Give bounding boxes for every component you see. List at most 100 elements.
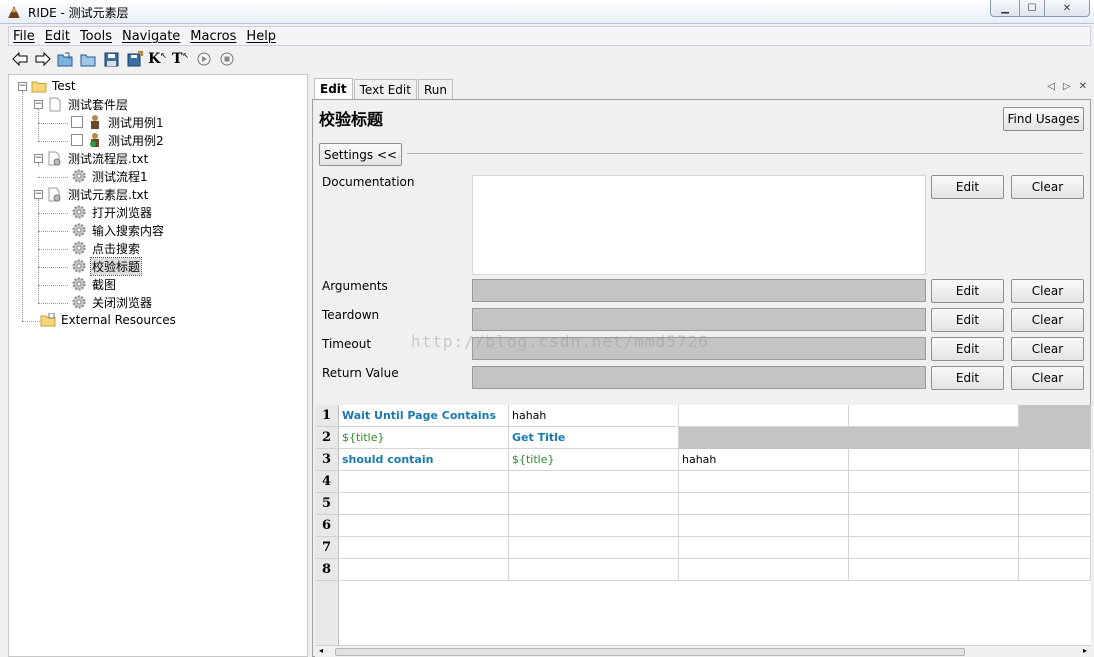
- tree-node-resource-file[interactable]: − 测试流程层.txt: [34, 149, 149, 167]
- tree-node-keyword[interactable]: 输入搜索内容: [71, 221, 165, 239]
- menu-navigate[interactable]: Navigate: [117, 29, 185, 44]
- close-window-button[interactable]: ✕: [1044, 0, 1090, 17]
- tab-scroll-left-icon[interactable]: ◁: [1047, 81, 1055, 92]
- tree-node-test[interactable]: 测试用例2: [71, 131, 165, 149]
- tree-node-external-resources[interactable]: External Resources: [40, 311, 177, 329]
- grid-row-number[interactable]: 8: [315, 559, 339, 581]
- return-value-edit-button[interactable]: Edit: [931, 366, 1004, 390]
- grid-cell[interactable]: ${title}: [509, 449, 679, 471]
- grid-cell[interactable]: [679, 427, 849, 449]
- grid-cell[interactable]: hahah: [679, 449, 849, 471]
- grid-cell[interactable]: [849, 515, 1019, 537]
- grid-cell[interactable]: [509, 559, 679, 581]
- forward-button[interactable]: [33, 50, 52, 69]
- grid-cell[interactable]: [339, 471, 509, 493]
- timeout-edit-button[interactable]: Edit: [931, 337, 1004, 361]
- grid-cell[interactable]: [509, 493, 679, 515]
- tab-edit[interactable]: Edit: [314, 78, 353, 99]
- test-checkbox[interactable]: [71, 116, 83, 128]
- grid-cell[interactable]: [1019, 515, 1091, 537]
- return-value-clear-button[interactable]: Clear: [1011, 366, 1084, 390]
- grid-row-number[interactable]: 6: [315, 515, 339, 537]
- minimize-button[interactable]: ▁: [990, 0, 1020, 17]
- grid-cell[interactable]: [849, 449, 1019, 471]
- search-keywords-button[interactable]: K ↖: [148, 50, 167, 69]
- teardown-edit-button[interactable]: Edit: [931, 308, 1004, 332]
- grid-cell[interactable]: [849, 405, 1019, 427]
- grid-cell[interactable]: [849, 537, 1019, 559]
- grid-cell[interactable]: [1019, 471, 1091, 493]
- test-checkbox[interactable]: [71, 134, 83, 146]
- grid-cell[interactable]: [509, 515, 679, 537]
- timeout-clear-button[interactable]: Clear: [1011, 337, 1084, 361]
- menu-help[interactable]: Help: [241, 29, 281, 44]
- collapse-icon[interactable]: −: [34, 153, 43, 163]
- teardown-clear-button[interactable]: Clear: [1011, 308, 1084, 332]
- arguments-edit-button[interactable]: Edit: [931, 279, 1004, 303]
- grid-row-number[interactable]: 5: [315, 493, 339, 515]
- scroll-left-icon[interactable]: ◂: [319, 646, 323, 655]
- grid-row-number[interactable]: 7: [315, 537, 339, 559]
- grid-cell[interactable]: [1019, 405, 1091, 427]
- grid-cell[interactable]: Get Title: [509, 427, 679, 449]
- run-button[interactable]: [194, 50, 213, 69]
- find-usages-button[interactable]: Find Usages: [1003, 107, 1084, 131]
- tree-node-test[interactable]: 测试用例1: [71, 113, 165, 131]
- grid-row-number[interactable]: 3: [315, 449, 339, 471]
- grid-row-number[interactable]: 1: [315, 405, 339, 427]
- save-all-button[interactable]: [125, 50, 144, 69]
- tab-close-icon[interactable]: ✕: [1079, 81, 1087, 92]
- back-button[interactable]: [10, 50, 29, 69]
- menu-edit[interactable]: Edit: [40, 29, 75, 44]
- tree-node-keyword-selected[interactable]: 校验标题: [71, 256, 143, 276]
- arguments-field[interactable]: [472, 279, 926, 302]
- documentation-field[interactable]: [472, 175, 926, 275]
- menu-macros[interactable]: Macros: [185, 29, 241, 44]
- grid-cell[interactable]: [849, 559, 1019, 581]
- tree-node-root[interactable]: − Test: [18, 77, 77, 95]
- tree-node-keyword[interactable]: 测试流程1: [71, 167, 149, 185]
- grid-cell[interactable]: [1019, 537, 1091, 559]
- arguments-clear-button[interactable]: Clear: [1011, 279, 1084, 303]
- grid-cell[interactable]: [1019, 427, 1091, 449]
- grid-cell[interactable]: [849, 471, 1019, 493]
- horizontal-scrollbar[interactable]: ◂ ▸: [315, 645, 1091, 657]
- grid-cell[interactable]: [679, 559, 849, 581]
- documentation-edit-button[interactable]: Edit: [931, 175, 1004, 199]
- grid-cell[interactable]: [679, 405, 849, 427]
- grid-cell[interactable]: [339, 515, 509, 537]
- search-tests-button[interactable]: T ↖: [171, 50, 190, 69]
- scroll-right-icon[interactable]: ▸: [1083, 646, 1087, 655]
- scrollbar-thumb[interactable]: [335, 648, 965, 656]
- teardown-field[interactable]: [472, 308, 926, 331]
- keyword-steps-grid[interactable]: 1 Wait Until Page Contains hahah 2 ${title} G…: [315, 405, 1091, 645]
- grid-cell[interactable]: ${title}: [339, 427, 509, 449]
- grid-row-number[interactable]: 4: [315, 471, 339, 493]
- collapse-icon[interactable]: −: [34, 189, 43, 199]
- stop-button[interactable]: [217, 50, 236, 69]
- documentation-clear-button[interactable]: Clear: [1011, 175, 1084, 199]
- grid-cell[interactable]: [339, 559, 509, 581]
- grid-cell[interactable]: [339, 537, 509, 559]
- grid-cell[interactable]: Wait Until Page Contains: [339, 405, 509, 427]
- grid-cell[interactable]: hahah: [509, 405, 679, 427]
- grid-cell[interactable]: [339, 493, 509, 515]
- tree-node-resource-file[interactable]: − 测试元素层.txt: [34, 185, 149, 203]
- settings-toggle-button[interactable]: Settings <<: [319, 143, 402, 166]
- tree-node-keyword[interactable]: 截图: [71, 275, 117, 293]
- project-tree[interactable]: − Test − 测试套件层 测试用例1 测试用例2 − 测试流程层.txt 测…: [8, 74, 308, 657]
- tree-node-suite[interactable]: − 测试套件层: [34, 95, 129, 113]
- tree-node-keyword[interactable]: 关闭浏览器: [71, 293, 153, 311]
- open-directory-button[interactable]: [79, 50, 98, 69]
- save-button[interactable]: [102, 50, 121, 69]
- grid-cell[interactable]: [1019, 449, 1091, 471]
- open-suite-button[interactable]: [56, 50, 75, 69]
- grid-cell[interactable]: [679, 471, 849, 493]
- tab-text-edit[interactable]: Text Edit: [353, 79, 417, 99]
- grid-cell[interactable]: should contain: [339, 449, 509, 471]
- tab-scroll-right-icon[interactable]: ▷: [1063, 81, 1071, 92]
- collapse-icon[interactable]: −: [18, 81, 27, 91]
- grid-cell[interactable]: [1019, 559, 1091, 581]
- grid-cell[interactable]: [1019, 493, 1091, 515]
- grid-cell[interactable]: [679, 493, 849, 515]
